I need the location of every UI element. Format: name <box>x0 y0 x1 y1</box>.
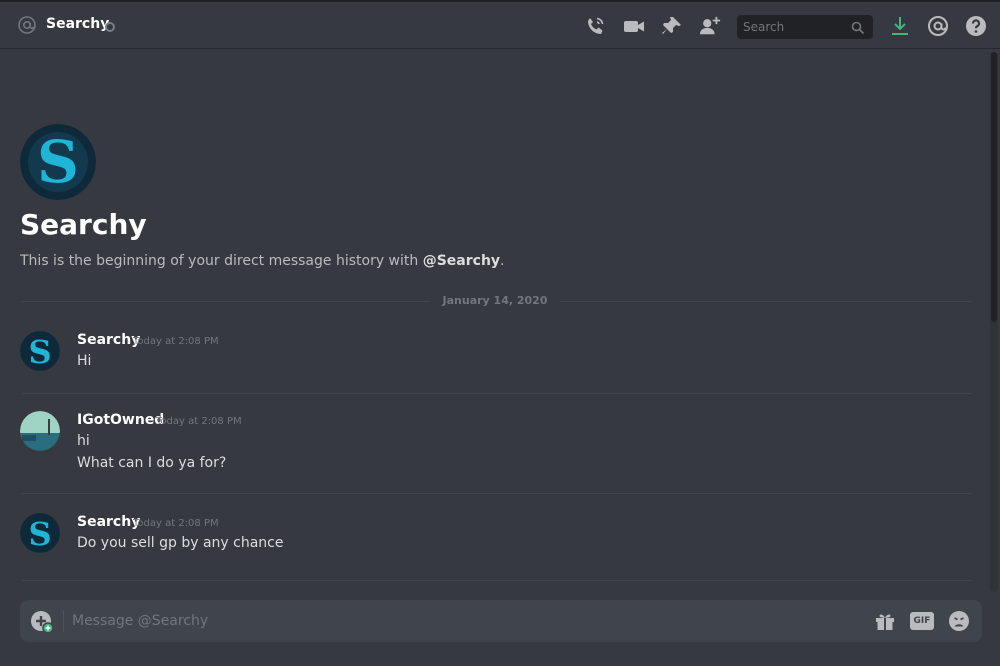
channel-name[interactable]: Searchy <box>46 16 109 32</box>
message-separator <box>22 580 972 581</box>
call-icon[interactable] <box>584 15 606 37</box>
channel-header: Searchy <box>0 0 1000 48</box>
message-avatar[interactable] <box>20 411 60 451</box>
message-content: Do you sell gp by any chance <box>77 535 284 551</box>
message-separator <box>22 493 972 494</box>
gift-icon[interactable] <box>874 610 896 632</box>
message-avatar[interactable]: S <box>20 331 60 371</box>
search-input[interactable] <box>743 20 849 34</box>
message-author[interactable]: Searchy <box>77 514 140 530</box>
scrollbar-thumb[interactable] <box>991 52 997 322</box>
search-icon <box>851 20 865 39</box>
help-icon[interactable] <box>965 15 987 37</box>
message-composer: GIF <box>20 600 982 642</box>
at-icon <box>17 15 37 39</box>
message-avatar[interactable]: S <box>20 513 60 553</box>
gif-label: GIF <box>910 612 934 630</box>
date-divider: January 14, 2020 <box>442 294 548 307</box>
search-bar[interactable] <box>737 15 873 39</box>
message-content: What can I do ya for? <box>77 455 227 471</box>
intro-title: Searchy <box>20 208 147 241</box>
gif-button[interactable]: GIF <box>910 610 934 632</box>
message-author[interactable]: IGotOwned <box>77 412 164 428</box>
message-author[interactable]: Searchy <box>77 332 140 348</box>
user-mention[interactable]: @Searchy <box>423 253 500 269</box>
download-icon[interactable] <box>889 15 911 37</box>
svg-text:S: S <box>28 515 51 553</box>
video-icon[interactable] <box>623 15 645 37</box>
message-content: hi <box>77 433 90 449</box>
mention-icon[interactable] <box>927 15 949 37</box>
divider <box>22 301 430 302</box>
profile-avatar[interactable]: S <box>20 124 96 200</box>
message-timestamp: Today at 2:08 PM <box>133 336 219 347</box>
pin-icon[interactable] <box>661 15 683 37</box>
intro-text: This is the beginning of your direct mes… <box>20 253 505 269</box>
message-timestamp: Today at 2:08 PM <box>133 518 219 529</box>
message-input[interactable] <box>72 610 852 632</box>
svg-text:S: S <box>28 333 51 371</box>
upload-icon[interactable] <box>30 610 54 634</box>
message-content: Hi <box>77 353 92 369</box>
svg-text:S: S <box>37 128 79 196</box>
message-separator <box>22 393 972 394</box>
emoji-icon[interactable] <box>948 610 970 632</box>
add-friend-icon[interactable] <box>699 15 721 37</box>
offline-status-icon <box>105 22 115 32</box>
divider <box>560 301 972 302</box>
divider <box>63 610 64 632</box>
message-timestamp: Today at 2:08 PM <box>156 416 242 427</box>
